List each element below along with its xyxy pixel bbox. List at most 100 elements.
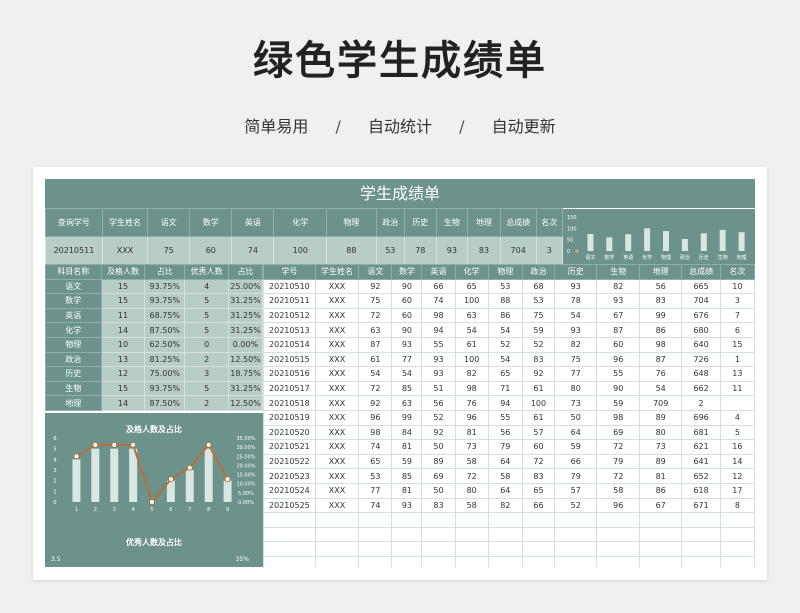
score-cell[interactable]: 54 xyxy=(487,322,523,338)
score-cell[interactable]: 60 xyxy=(521,439,556,455)
stats-header-cell[interactable]: 科目名称 xyxy=(45,264,102,280)
score-cell[interactable]: 8 xyxy=(719,497,755,514)
scores-header-cell[interactable]: 英语 xyxy=(421,264,456,280)
query-label-cell[interactable]: 化学 xyxy=(273,208,328,237)
empty-cell[interactable] xyxy=(487,541,523,557)
empty-cell[interactable] xyxy=(391,526,423,543)
score-cell[interactable]: 621 xyxy=(681,439,721,455)
score-cell[interactable]: 54 xyxy=(358,366,393,382)
query-value-cell[interactable]: 75 xyxy=(147,236,191,265)
score-cell[interactable]: XXX xyxy=(314,366,360,382)
query-value-cell[interactable]: 88 xyxy=(326,236,377,265)
stats-header-cell[interactable]: 占比 xyxy=(144,264,186,280)
query-value-cell[interactable]: 20210511 xyxy=(45,236,103,265)
score-cell[interactable]: XXX xyxy=(314,497,360,514)
stats-cell[interactable]: 14 xyxy=(100,322,146,338)
score-cell[interactable]: 87 xyxy=(596,322,640,338)
score-cell[interactable]: 6 xyxy=(719,322,755,338)
score-cell[interactable]: 59 xyxy=(554,439,598,455)
score-cell[interactable]: 67 xyxy=(596,307,640,324)
score-cell[interactable]: 7 xyxy=(719,307,755,324)
query-label-cell[interactable]: 名次 xyxy=(535,208,564,237)
score-cell[interactable]: 64 xyxy=(487,482,523,499)
score-cell[interactable]: 74 xyxy=(358,497,393,514)
score-cell[interactable]: 92 xyxy=(358,278,393,295)
score-cell[interactable]: 55 xyxy=(596,366,640,382)
empty-cell[interactable] xyxy=(487,526,523,543)
stats-header-cell[interactable]: 及格人数 xyxy=(100,264,146,280)
empty-cell[interactable] xyxy=(487,512,523,528)
empty-cell[interactable] xyxy=(487,555,523,567)
query-label-cell[interactable]: 物理 xyxy=(326,208,377,237)
score-cell[interactable]: 71 xyxy=(487,380,523,397)
score-cell[interactable]: 85 xyxy=(391,468,423,484)
score-cell[interactable]: 55 xyxy=(421,336,456,353)
empty-cell[interactable] xyxy=(719,541,755,557)
score-cell[interactable]: 88 xyxy=(487,293,523,309)
score-cell[interactable]: 696 xyxy=(681,409,721,426)
score-cell[interactable]: 98 xyxy=(421,307,456,324)
score-cell[interactable]: 12 xyxy=(719,468,755,484)
score-cell[interactable]: 66 xyxy=(521,497,556,514)
score-cell[interactable]: 16 xyxy=(719,439,755,455)
score-cell[interactable]: 85 xyxy=(391,380,423,397)
score-cell[interactable]: 56 xyxy=(638,278,683,295)
query-value-cell[interactable]: 83 xyxy=(467,236,501,265)
score-cell[interactable]: 61 xyxy=(521,409,556,426)
score-cell[interactable]: 60 xyxy=(596,336,640,353)
score-cell[interactable]: 98 xyxy=(454,380,489,397)
score-cell[interactable]: 73 xyxy=(454,439,489,455)
score-cell[interactable]: XXX xyxy=(314,278,360,295)
score-cell[interactable]: 80 xyxy=(638,424,683,441)
score-cell[interactable]: 84 xyxy=(391,424,423,441)
stats-cell[interactable]: 语文 xyxy=(45,278,102,295)
empty-cell[interactable] xyxy=(521,555,556,567)
score-cell[interactable]: 74 xyxy=(421,293,456,309)
score-cell[interactable]: 75 xyxy=(521,307,556,324)
query-value-cell[interactable]: 100 xyxy=(273,236,328,265)
stats-cell[interactable]: 5 xyxy=(184,322,230,338)
stats-cell[interactable]: 5 xyxy=(184,380,230,397)
stats-cell[interactable]: 87.50% xyxy=(144,322,186,338)
score-cell[interactable]: 20210511 xyxy=(263,293,316,309)
score-cell[interactable]: 96 xyxy=(358,409,393,426)
stats-cell[interactable]: 数学 xyxy=(45,293,102,309)
empty-cell[interactable] xyxy=(263,526,316,543)
score-cell[interactable]: 618 xyxy=(681,482,721,499)
score-cell[interactable]: 96 xyxy=(454,409,489,426)
score-cell[interactable]: 92 xyxy=(421,424,456,441)
score-cell[interactable]: XXX xyxy=(314,482,360,499)
empty-cell[interactable] xyxy=(358,526,393,543)
score-cell[interactable]: 20210517 xyxy=(263,380,316,397)
score-cell[interactable]: XXX xyxy=(314,293,360,309)
score-cell[interactable]: 81 xyxy=(454,424,489,441)
empty-cell[interactable] xyxy=(454,526,489,543)
query-value-cell[interactable]: XXX xyxy=(101,236,149,265)
score-cell[interactable]: 99 xyxy=(391,409,423,426)
empty-cell[interactable] xyxy=(358,512,393,528)
score-cell[interactable]: 93 xyxy=(554,322,598,338)
score-cell[interactable]: 14 xyxy=(719,453,755,470)
empty-cell[interactable] xyxy=(554,541,598,557)
score-cell[interactable]: 90 xyxy=(596,380,640,397)
empty-cell[interactable] xyxy=(681,555,721,567)
score-cell[interactable]: 87 xyxy=(358,336,393,353)
score-cell[interactable] xyxy=(719,395,755,411)
empty-cell[interactable] xyxy=(638,526,683,543)
score-cell[interactable]: 59 xyxy=(391,453,423,470)
score-cell[interactable]: 69 xyxy=(421,468,456,484)
stats-cell[interactable]: 0 xyxy=(184,336,230,353)
scores-header-cell[interactable]: 地理 xyxy=(638,264,683,280)
empty-cell[interactable] xyxy=(681,526,721,543)
score-cell[interactable]: 20210519 xyxy=(263,409,316,426)
empty-cell[interactable] xyxy=(638,555,683,567)
stats-cell[interactable]: 2 xyxy=(184,395,230,411)
score-cell[interactable]: 65 xyxy=(521,482,556,499)
score-cell[interactable]: 89 xyxy=(638,409,683,426)
score-cell[interactable]: 86 xyxy=(638,482,683,499)
score-cell[interactable]: XXX xyxy=(314,351,360,368)
score-cell[interactable]: 96 xyxy=(596,497,640,514)
empty-cell[interactable] xyxy=(521,541,556,557)
stats-cell[interactable]: 87.50% xyxy=(144,395,186,411)
query-label-cell[interactable]: 数学 xyxy=(189,208,233,237)
